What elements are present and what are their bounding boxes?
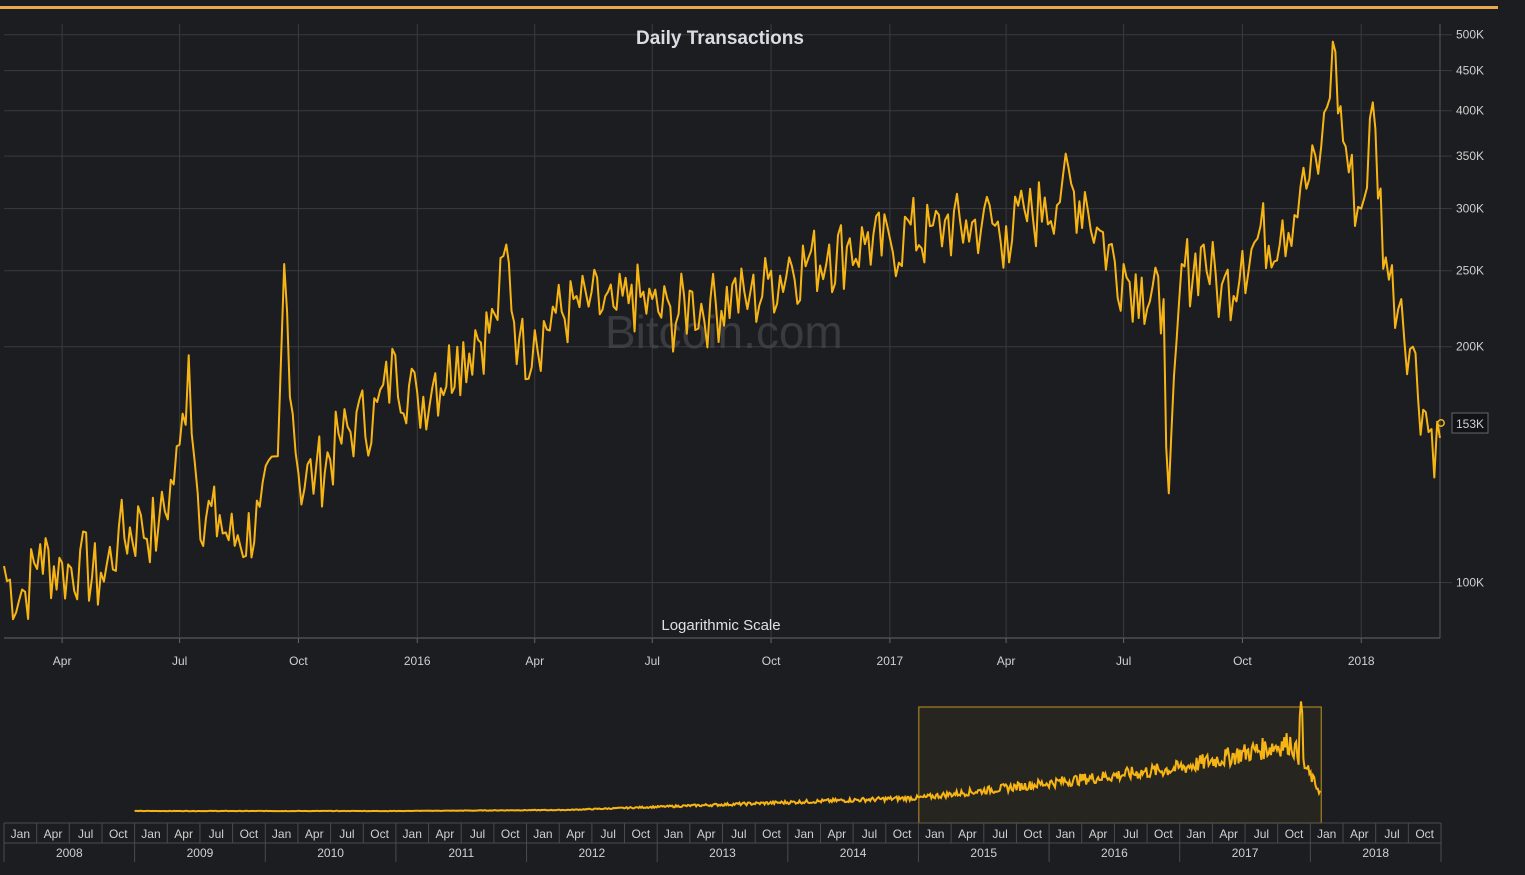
y-tick-label: 300K — [1456, 202, 1484, 216]
x-tick-label: 2018 — [1348, 654, 1375, 668]
navigator-month-label: Oct — [762, 827, 781, 841]
x-tick-label: 2017 — [877, 654, 904, 668]
y-tick-label: 350K — [1456, 149, 1484, 163]
navigator-year-label: 2013 — [709, 846, 736, 860]
x-tick-label: Jul — [1116, 654, 1131, 668]
x-tick-label: Apr — [53, 654, 72, 668]
navigator-month-label: Oct — [1154, 827, 1173, 841]
x-tick-label: Oct — [289, 654, 308, 668]
navigator-month-label: Apr — [436, 827, 455, 841]
x-tick-label: Jul — [645, 654, 660, 668]
last-value-indicator: 153K — [1437, 412, 1489, 434]
navigator-year-label: 2018 — [1362, 846, 1389, 860]
navigator-month-label: Jan — [1056, 827, 1075, 841]
x-tick-label: Oct — [762, 654, 781, 668]
y-tick-label: 500K — [1456, 28, 1484, 42]
navigator-month-label: Jul — [339, 827, 354, 841]
navigator-month-label: Jul — [731, 827, 746, 841]
navigator-month-label: Apr — [1089, 827, 1108, 841]
navigator-year-label: 2008 — [56, 846, 83, 860]
navigator-month-label: Oct — [1023, 827, 1042, 841]
navigator-month-label: Oct — [1285, 827, 1304, 841]
y-tick-label: 200K — [1456, 340, 1484, 354]
daily-transactions-chart: Bitcoin.com Daily Transactions Logarithm… — [3, 24, 1489, 862]
navigator-month-label: Apr — [697, 827, 716, 841]
navigator-month-label: Apr — [1219, 827, 1238, 841]
navigator-month-label: Oct — [501, 827, 520, 841]
navigator-month-label: Apr — [566, 827, 585, 841]
navigator-month-label: Jul — [862, 827, 877, 841]
navigator-month-label: Jan — [1186, 827, 1205, 841]
y-tick-label: 100K — [1456, 576, 1484, 590]
navigator-month-label: Jul — [1384, 827, 1399, 841]
navigator-year-label: 2014 — [840, 846, 867, 860]
navigator-month-label: Jul — [1254, 827, 1269, 841]
navigator-month-label: Jan — [925, 827, 944, 841]
navigator-month-label: Oct — [1415, 827, 1434, 841]
navigator-month-label: Oct — [893, 827, 912, 841]
navigator-month-label: Apr — [827, 827, 846, 841]
x-tick-label: Oct — [1233, 654, 1252, 668]
navigator-year-label: 2015 — [970, 846, 997, 860]
x-tick-label: Apr — [525, 654, 544, 668]
navigator-month-label: Jan — [11, 827, 30, 841]
navigator-month-label: Oct — [632, 827, 651, 841]
navigator-month-label: Oct — [240, 827, 259, 841]
last-value-label: 153K — [1456, 417, 1484, 431]
navigator-year-label: 2012 — [579, 846, 606, 860]
navigator-month-label: Jul — [209, 827, 224, 841]
navigator-month-label: Jan — [1317, 827, 1336, 841]
navigator-month-label: Oct — [370, 827, 389, 841]
navigator-month-label: Jan — [403, 827, 422, 841]
y-axis: 100K 200K 250K 300K 350K 400K 450K 500K — [1456, 28, 1484, 590]
watermark: Bitcoin.com — [605, 306, 843, 358]
navigator-year-label: 2010 — [317, 846, 344, 860]
y-tick-label: 250K — [1456, 264, 1484, 278]
navigator-year-label: 2017 — [1232, 846, 1259, 860]
navigator-year-label: 2011 — [448, 846, 474, 860]
navigator-month-label: Apr — [305, 827, 324, 841]
navigator-month-label: Apr — [44, 827, 63, 841]
chart-subtitle: Logarithmic Scale — [661, 617, 780, 634]
x-tick-label: 2016 — [404, 654, 431, 668]
navigator-month-label: Apr — [958, 827, 977, 841]
navigator-month-label: Apr — [174, 827, 193, 841]
navigator-month-label: Jan — [533, 827, 552, 841]
navigator-selection[interactable] — [918, 706, 1322, 824]
navigator-month-label: Oct — [109, 827, 128, 841]
navigator-month-label: Jan — [794, 827, 813, 841]
navigator-month-label: Jul — [1123, 827, 1138, 841]
navigator-month-label: Jan — [141, 827, 160, 841]
x-tick-label: Jul — [172, 654, 187, 668]
navigator-month-label: Jan — [664, 827, 683, 841]
navigator-month-label: Jul — [470, 827, 485, 841]
navigator[interactable]: Jan Apr Jul Oct 2008 Jan Apr Jul Oct 2009 Jan Apr Ju… — [3, 701, 1442, 862]
navigator-month-label: Jul — [992, 827, 1007, 841]
navigator-month-label: Jul — [601, 827, 616, 841]
navigator-month-label: Jan — [272, 827, 291, 841]
x-axis: Apr Jul Oct 2016 Apr Jul Oct 2017 Apr Jul Oct 2018 — [53, 638, 1375, 668]
y-tick-label: 450K — [1456, 64, 1484, 78]
navigator-month-label: Jul — [78, 827, 93, 841]
x-tick-label: Apr — [997, 654, 1016, 668]
navigator-month-label: Apr — [1350, 827, 1369, 841]
chart-title: Daily Transactions — [636, 28, 804, 49]
navigator-year-label: 2016 — [1101, 846, 1128, 860]
navigator-year-label: 2009 — [187, 846, 214, 860]
last-value-marker — [1437, 419, 1445, 427]
y-tick-label: 400K — [1456, 104, 1484, 118]
